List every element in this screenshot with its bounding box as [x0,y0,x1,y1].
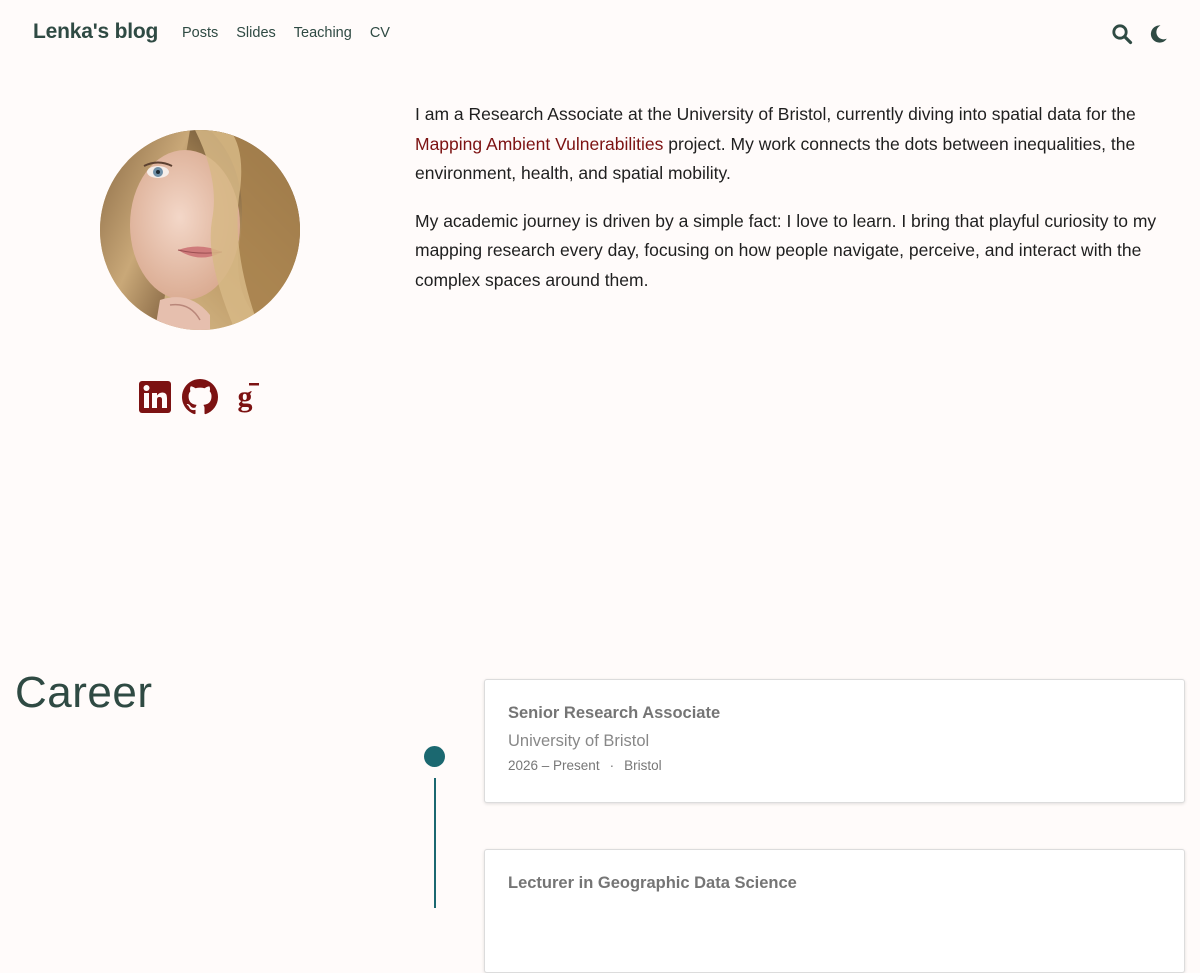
career-card: Senior Research Associate University of … [484,679,1185,803]
nav-links: Posts Slides Teaching CV [182,25,390,41]
google-scholar-link[interactable]: g [227,379,263,415]
job-dates: 2026 – Present [508,758,600,773]
bio-paragraph-2: My academic journey is driven by a simpl… [415,210,1157,290]
timeline-line [434,778,436,908]
meta-separator: · [609,758,615,773]
google-scholar-icon: g [238,380,259,413]
github-icon [182,379,218,415]
top-navbar: Lenka's blog Posts Slides Teaching CV [0,0,1200,68]
social-links: g [137,379,263,415]
career-heading: Career [15,668,153,717]
search-icon [1112,24,1133,45]
job-title: Senior Research Associate [508,704,721,722]
job-meta: 2026 – Present · Bristol [508,758,1161,773]
project-link[interactable]: Mapping Ambient Vulnerabilities [415,134,663,154]
nav-link-cv[interactable]: CV [370,25,390,41]
moon-icon [1150,25,1167,43]
bio: I am a Research Associate at the Univers… [415,100,1185,313]
nav-link-posts[interactable]: Posts [182,25,218,41]
organization: University of Bristol [508,732,650,750]
career-card: Lecturer in Geographic Data Science [484,849,1185,973]
avatar-photo [100,130,300,330]
site-brand[interactable]: Lenka's blog [33,20,158,44]
linkedin-link[interactable] [137,379,173,415]
nav-link-slides[interactable]: Slides [236,25,276,41]
github-link[interactable] [182,379,218,415]
linkedin-icon [139,381,171,413]
job-title: Lecturer in Geographic Data Science [508,874,797,892]
avatar [100,130,300,330]
nav-link-teaching[interactable]: Teaching [294,25,352,41]
bio-paragraph-1: I am a Research Associate at the Univers… [415,104,1136,183]
job-location: Bristol [624,758,662,773]
theme-toggle-button[interactable] [1147,23,1169,45]
timeline-dot [424,746,445,767]
search-button[interactable] [1111,23,1133,45]
